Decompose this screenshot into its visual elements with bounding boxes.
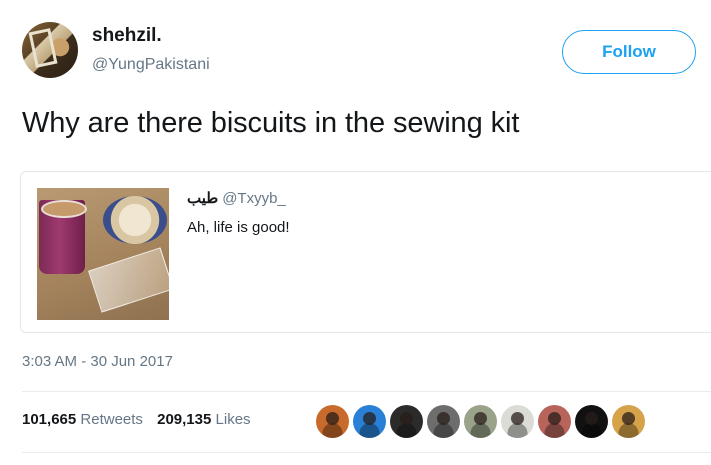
tweet-timestamp[interactable]: 3:03 AM - 30 Jun 2017 — [22, 353, 173, 370]
tweet-text: Why are there biscuits in the sewing kit — [22, 107, 520, 139]
user-avatar-icon[interactable] — [612, 405, 645, 438]
wrapper-graphic — [88, 247, 169, 313]
user-avatar-icon[interactable] — [464, 405, 497, 438]
user-avatar-icon[interactable] — [538, 405, 571, 438]
user-avatar-icon[interactable] — [501, 405, 534, 438]
author-handle[interactable]: @YungPakistani — [92, 56, 210, 74]
divider — [22, 452, 711, 453]
retweets-count: 101,665 — [22, 411, 77, 428]
quoted-tweet-author: طيب @Txyyb_ — [187, 189, 286, 207]
user-avatar-icon[interactable] — [427, 405, 460, 438]
tweet-header: shehzil. @YungPakistani Follow — [22, 20, 698, 84]
retweets-stat[interactable]: 101,665 Retweets — [22, 411, 143, 428]
likes-count: 209,135 — [157, 411, 212, 428]
divider — [22, 391, 711, 392]
user-avatar-icon[interactable] — [390, 405, 423, 438]
user-avatar-icon[interactable] — [353, 405, 386, 438]
tea-cup-graphic — [39, 200, 87, 274]
likes-label: Likes — [215, 411, 251, 428]
user-avatar-icon[interactable] — [316, 405, 349, 438]
likes-stat[interactable]: 209,135 Likes — [157, 411, 250, 428]
quoted-author-name: طيب — [187, 190, 219, 207]
biscuit-tin-graphic — [103, 196, 167, 244]
quoted-author-handle: @Txyyb_ — [222, 190, 286, 207]
user-avatar-icon[interactable] — [575, 405, 608, 438]
author-avatar[interactable] — [22, 22, 78, 78]
quoted-tweet-card[interactable]: طيب @Txyyb_ Ah, life is good! — [20, 171, 711, 333]
quoted-tweet-image[interactable] — [37, 188, 169, 320]
quoted-tweet-text: Ah, life is good! — [187, 219, 290, 236]
liker-avatars — [316, 405, 649, 438]
follow-button[interactable]: Follow — [562, 30, 696, 74]
tweet-stats: 101,665 Retweets 209,135 Likes — [22, 411, 261, 428]
author-display-name[interactable]: shehzil. — [92, 25, 162, 47]
retweets-label: Retweets — [80, 411, 143, 428]
